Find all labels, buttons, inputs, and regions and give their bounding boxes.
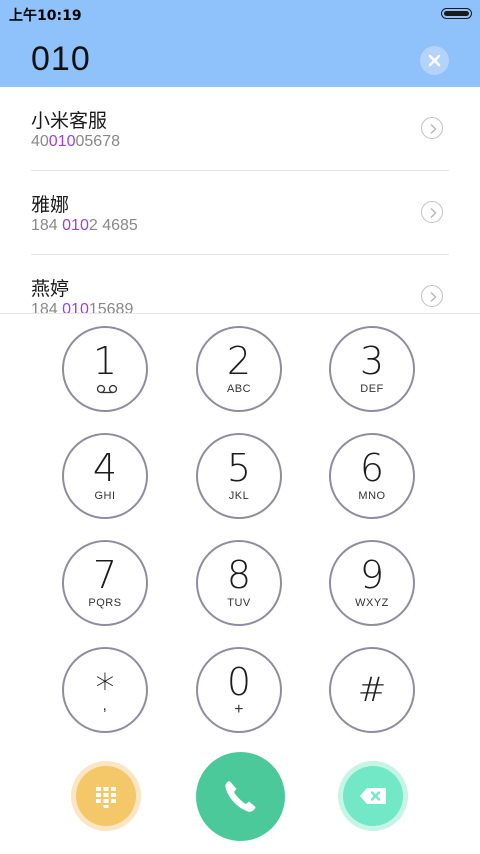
contact-detail-button[interactable]: [421, 201, 443, 223]
key-digit: 0: [226, 660, 252, 704]
delete-button-face: [343, 766, 403, 826]
header-bar: 上午10:19 010: [0, 0, 480, 87]
key-digit: 4: [92, 446, 118, 490]
number-prefix: 40: [31, 133, 49, 150]
key-star[interactable]: * ,: [62, 647, 148, 733]
number-suffix: 15689: [88, 301, 134, 313]
key-letters: ABC: [226, 383, 252, 395]
key-digit: #: [357, 670, 387, 710]
status-time: 上午10:19: [9, 8, 82, 24]
delete-button[interactable]: [338, 761, 408, 831]
contact-detail-button[interactable]: [421, 117, 443, 139]
key-letters: TUV: [227, 597, 251, 609]
key-digit: 1: [92, 339, 118, 383]
key-digit: 5: [226, 446, 252, 490]
key-letters: PQRS: [88, 597, 122, 609]
number-suffix: 05678: [75, 133, 121, 150]
chevron-right-icon: [430, 124, 437, 134]
key-digit: 6: [359, 446, 385, 490]
contact-row[interactable]: 雅娜 184 0102 4685: [0, 171, 480, 255]
key-5[interactable]: 5 JKL: [196, 433, 282, 519]
key-4[interactable]: 4 GHI: [62, 433, 148, 519]
chevron-right-icon: [430, 208, 437, 218]
key-letters: JKL: [228, 490, 250, 502]
number-match: 010: [62, 301, 89, 313]
key-letters: MNO: [358, 490, 386, 502]
key-6[interactable]: 6 MNO: [329, 433, 415, 519]
contact-row[interactable]: 小米客服 4001005678: [0, 87, 480, 171]
key-2[interactable]: 2 ABC: [196, 326, 282, 412]
backspace-icon: [360, 788, 386, 804]
key-letters: GHI: [94, 490, 116, 502]
contact-number: 4001005678: [31, 133, 120, 151]
number-match: 010: [48, 133, 76, 150]
key-0[interactable]: 0 +: [196, 647, 282, 733]
key-digit: 8: [226, 553, 252, 597]
key-8[interactable]: 8 TUV: [196, 540, 282, 626]
key-digit: 3: [359, 339, 385, 383]
phone-icon: [225, 781, 256, 812]
contact-row[interactable]: 燕婷 184 01015689: [0, 255, 480, 313]
contact-detail-button[interactable]: [421, 285, 443, 307]
key-digit: 2: [226, 339, 252, 383]
key-letters: ,: [102, 697, 108, 714]
key-9[interactable]: 9 WXYZ: [329, 540, 415, 626]
contact-number: 184 0102 4685: [31, 217, 138, 235]
key-hash[interactable]: #: [329, 647, 415, 733]
keypad-grid-icon: [96, 787, 116, 808]
number-prefix: 184: [31, 301, 63, 313]
voicemail-icon: [96, 384, 118, 394]
clear-input-button[interactable]: [420, 46, 449, 75]
dialed-number-input[interactable]: 010: [31, 40, 91, 79]
contact-name: 燕婷: [31, 278, 70, 300]
key-3[interactable]: 3 DEF: [329, 326, 415, 412]
contact-name: 小米客服: [31, 110, 108, 132]
number-suffix: 2 4685: [88, 217, 138, 234]
number-match: 010: [62, 217, 89, 234]
contact-results-list: 小米客服 4001005678 雅娜 184 0102 4685 燕婷 184 …: [0, 87, 480, 313]
keypad-button-face: [76, 766, 136, 826]
battery-icon: [441, 8, 472, 19]
key-letters: +: [234, 701, 244, 718]
key-letters: WXYZ: [355, 597, 389, 609]
contact-number: 184 01015689: [31, 301, 133, 313]
key-digit: 9: [359, 553, 385, 597]
number-prefix: 184: [31, 217, 63, 234]
contact-name: 雅娜: [31, 194, 70, 216]
chevron-right-icon: [430, 292, 437, 302]
key-digit: 7: [92, 553, 118, 597]
key-letters: DEF: [360, 383, 384, 395]
close-icon: [428, 54, 441, 67]
key-7[interactable]: 7 PQRS: [62, 540, 148, 626]
key-1[interactable]: 1: [62, 326, 148, 412]
keypad-toggle-button[interactable]: [71, 761, 141, 831]
call-button[interactable]: [196, 752, 285, 841]
